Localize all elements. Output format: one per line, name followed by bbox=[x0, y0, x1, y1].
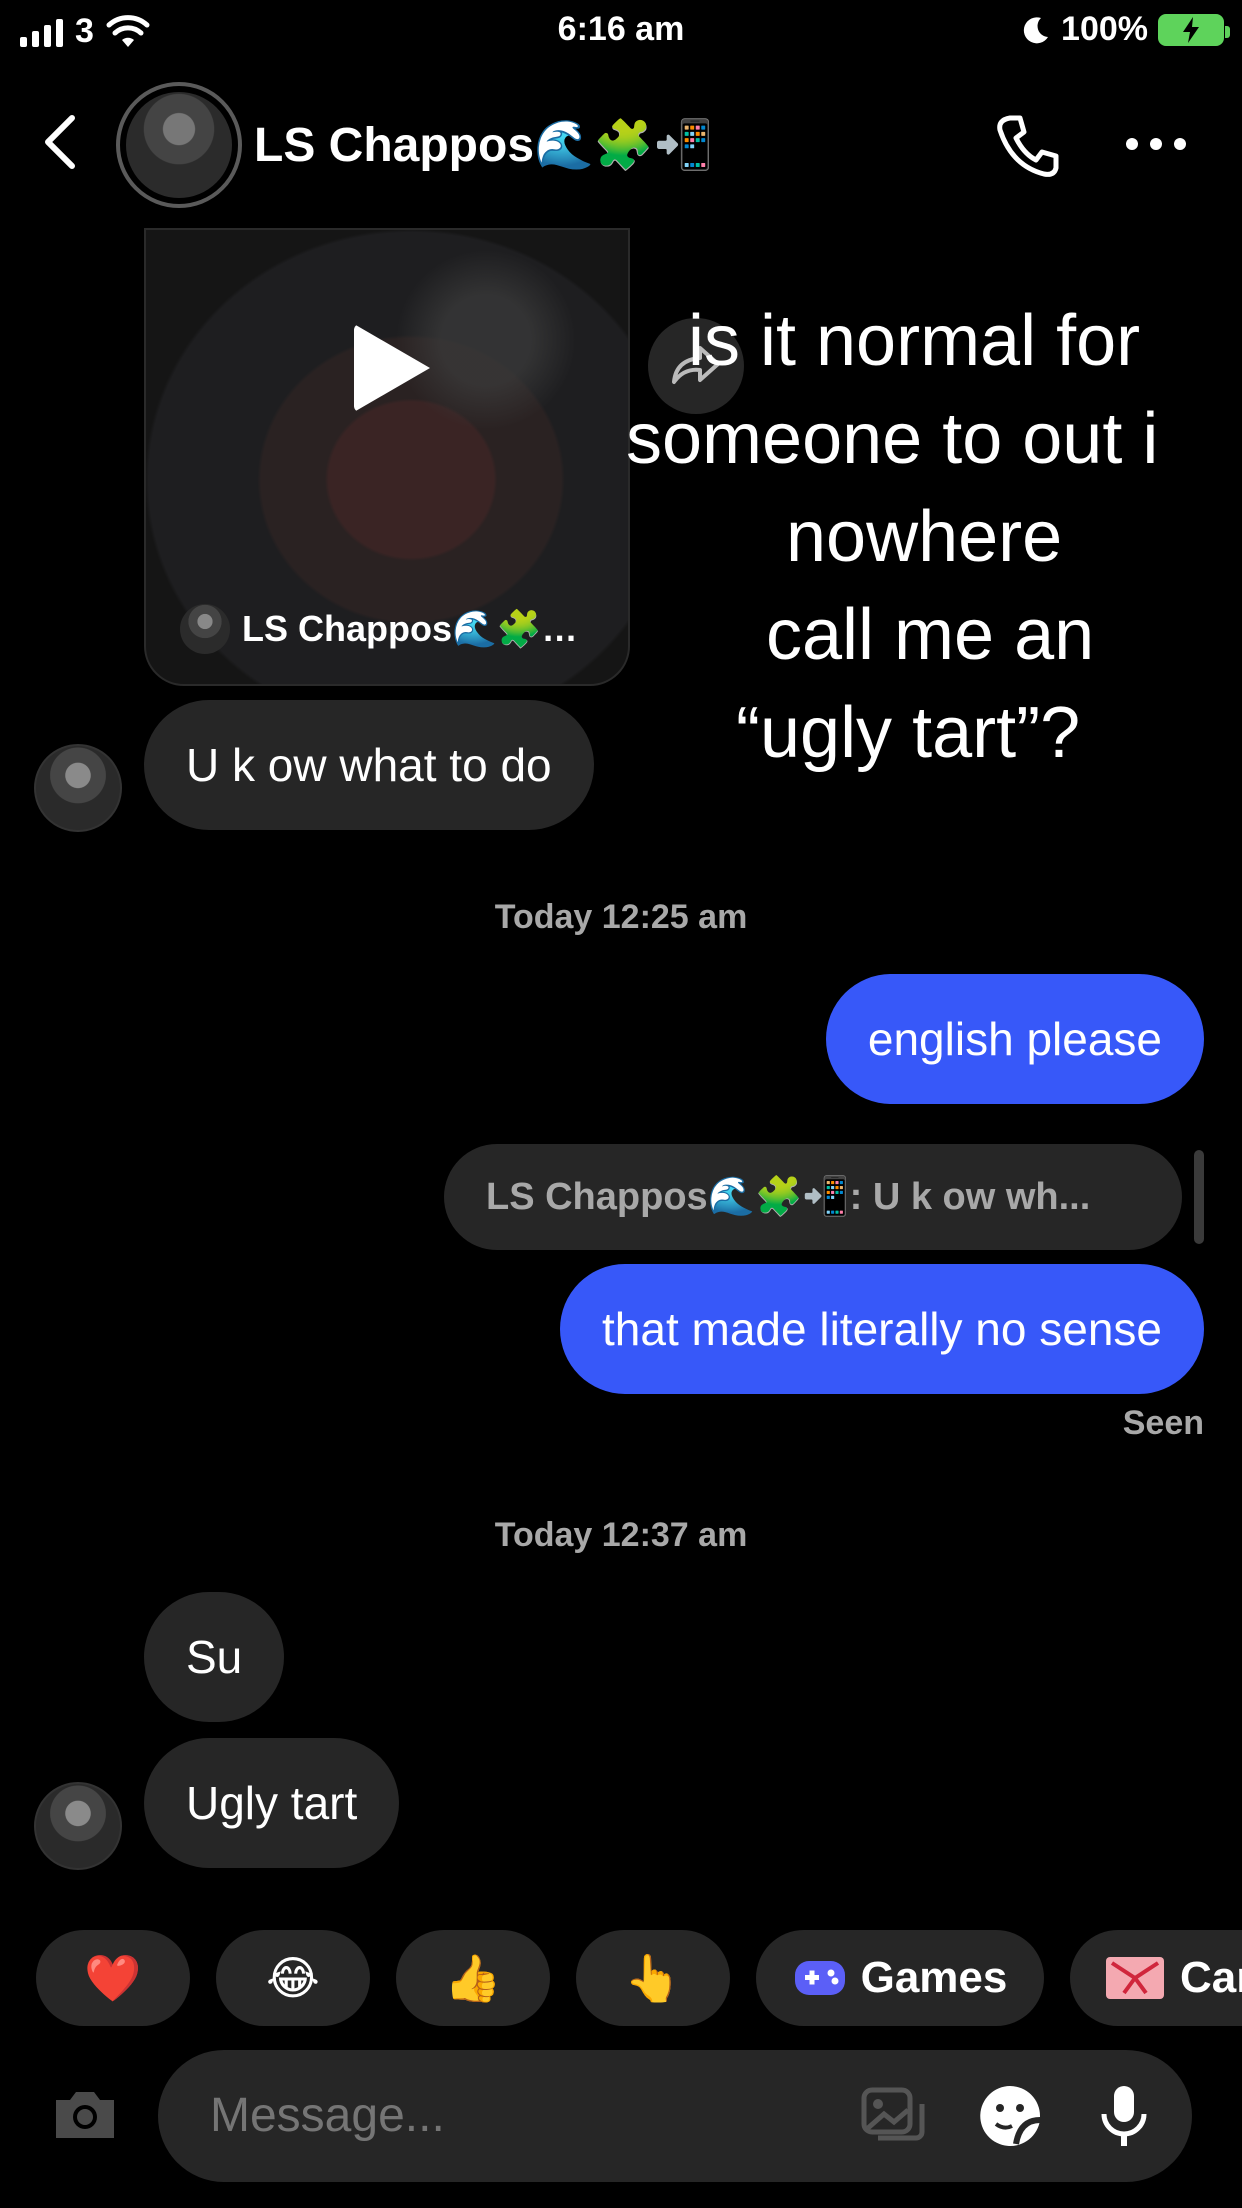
outgoing-message[interactable]: that made literally no sense bbox=[560, 1264, 1204, 1394]
status-bar: 3 6:16 am 100% bbox=[0, 0, 1242, 62]
overlay-line: someone to out i bbox=[626, 399, 1159, 479]
shared-reel[interactable]: LS Chappos🌊🧩… bbox=[144, 228, 630, 686]
games-button[interactable]: Games bbox=[756, 1930, 1044, 2026]
gift-icon bbox=[1106, 1957, 1164, 1999]
quick-reaction-heart[interactable]: ❤️ bbox=[36, 1930, 190, 2026]
camera-icon[interactable] bbox=[50, 2084, 120, 2144]
message-composer bbox=[158, 2050, 1192, 2182]
overlay-line: call me an bbox=[766, 595, 1095, 675]
sender-avatar[interactable] bbox=[34, 1782, 122, 1870]
gamepad-icon bbox=[794, 1961, 845, 1995]
reel-author-avatar bbox=[180, 604, 230, 654]
message-input[interactable] bbox=[210, 2088, 770, 2143]
laugh-emoji: 😂 bbox=[266, 1952, 320, 2004]
heart-emoji: ❤️ bbox=[84, 1951, 142, 2004]
quick-reaction-thumbs-up[interactable]: 👍 bbox=[396, 1930, 550, 2026]
outgoing-message[interactable]: english please bbox=[825, 974, 1204, 1104]
chat-header: LS Chappos🌊🧩📲 bbox=[0, 62, 1242, 222]
battery-icon bbox=[1158, 13, 1230, 46]
point-up-emoji: 👆 bbox=[624, 1951, 682, 2004]
incoming-message[interactable]: Su bbox=[144, 1592, 285, 1722]
incoming-message[interactable]: Ugly tart bbox=[144, 1738, 400, 1868]
contact-avatar[interactable] bbox=[116, 82, 242, 208]
reply-preview[interactable]: LS Chappos🌊🧩📲: U k ow wh... bbox=[444, 1144, 1182, 1250]
reel-author-name: LS Chappos🌊🧩… bbox=[242, 608, 578, 649]
gallery-icon[interactable] bbox=[858, 2080, 930, 2152]
moon-icon bbox=[1023, 16, 1049, 43]
cards-label: Car bbox=[1180, 1953, 1242, 2002]
quick-reaction-point-up[interactable]: 👆 bbox=[576, 1930, 730, 2026]
overlay-line: “ugly tart”? bbox=[736, 693, 1081, 773]
more-options-icon[interactable] bbox=[1126, 138, 1186, 150]
battery-percent: 100% bbox=[1061, 10, 1148, 48]
reel-author: LS Chappos🌊🧩… bbox=[180, 604, 578, 654]
battery-area: 100% bbox=[1021, 10, 1230, 49]
back-chevron-icon[interactable] bbox=[36, 112, 88, 172]
reel-overlay-caption: is it normal for someone to out i nowher… bbox=[620, 292, 1242, 782]
seen-receipt: Seen bbox=[1122, 1404, 1204, 1442]
contact-name[interactable]: LS Chappos🌊🧩📲 bbox=[254, 116, 713, 173]
sender-avatar[interactable] bbox=[34, 744, 122, 832]
overlay-line: nowhere bbox=[786, 497, 1063, 577]
cards-button[interactable]: Car bbox=[1070, 1930, 1242, 2026]
play-icon[interactable] bbox=[354, 324, 430, 412]
sticker-icon[interactable] bbox=[974, 2080, 1046, 2152]
reply-indicator bbox=[1194, 1150, 1204, 1244]
overlay-line: is it normal for bbox=[688, 301, 1141, 381]
incoming-message[interactable]: U k ow what to do bbox=[144, 700, 594, 830]
phone-call-icon[interactable] bbox=[990, 110, 1062, 182]
timestamp: Today 12:25 am bbox=[494, 898, 748, 936]
games-label: Games bbox=[860, 1953, 1008, 2002]
microphone-icon[interactable] bbox=[1088, 2080, 1160, 2152]
timestamp: Today 12:37 am bbox=[494, 1516, 748, 1554]
quick-reaction-laugh[interactable]: 😂 bbox=[216, 1930, 370, 2026]
thumbs-up-emoji: 👍 bbox=[444, 1951, 502, 2004]
